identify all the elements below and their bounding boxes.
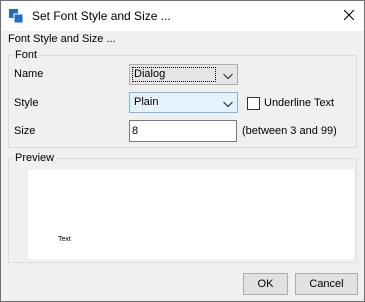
style-label: Style — [14, 97, 39, 109]
underline-label: Underline Text — [264, 97, 335, 109]
button-bar: OK Cancel — [1, 265, 364, 301]
close-button[interactable] — [334, 1, 364, 31]
chevron-down-icon — [223, 71, 233, 83]
preview-group: Preview Text — [8, 152, 357, 263]
font-name-select[interactable]: Dialog — [129, 64, 238, 85]
preview-sample-text: Text — [58, 236, 71, 243]
font-name-value: Dialog — [134, 68, 166, 80]
name-label: Name — [14, 68, 44, 80]
size-hint: (between 3 and 99) — [242, 125, 337, 137]
font-style-value: Plain — [134, 96, 159, 108]
font-style-select[interactable]: Plain — [129, 92, 238, 113]
cancel-button[interactable]: Cancel — [295, 273, 358, 295]
font-settings-icon — [9, 9, 24, 24]
size-value: 8 — [132, 125, 139, 137]
ok-button[interactable]: OK — [243, 273, 288, 295]
font-group-title: Font — [13, 49, 40, 61]
preview-area: Text — [28, 170, 354, 259]
section-title: Font Style and Size ... — [8, 33, 116, 45]
font-dialog-window: Set Font Style and Size ... Font Style a… — [0, 0, 365, 302]
close-icon — [343, 9, 355, 23]
title-bar: Set Font Style and Size ... — [1, 1, 364, 31]
size-input[interactable]: 8 — [129, 120, 237, 142]
underline-checkbox[interactable] — [247, 97, 260, 110]
window-title: Set Font Style and Size ... — [32, 9, 171, 23]
preview-group-title: Preview — [13, 152, 57, 164]
size-label: Size — [14, 125, 36, 137]
chevron-down-icon — [223, 99, 233, 111]
